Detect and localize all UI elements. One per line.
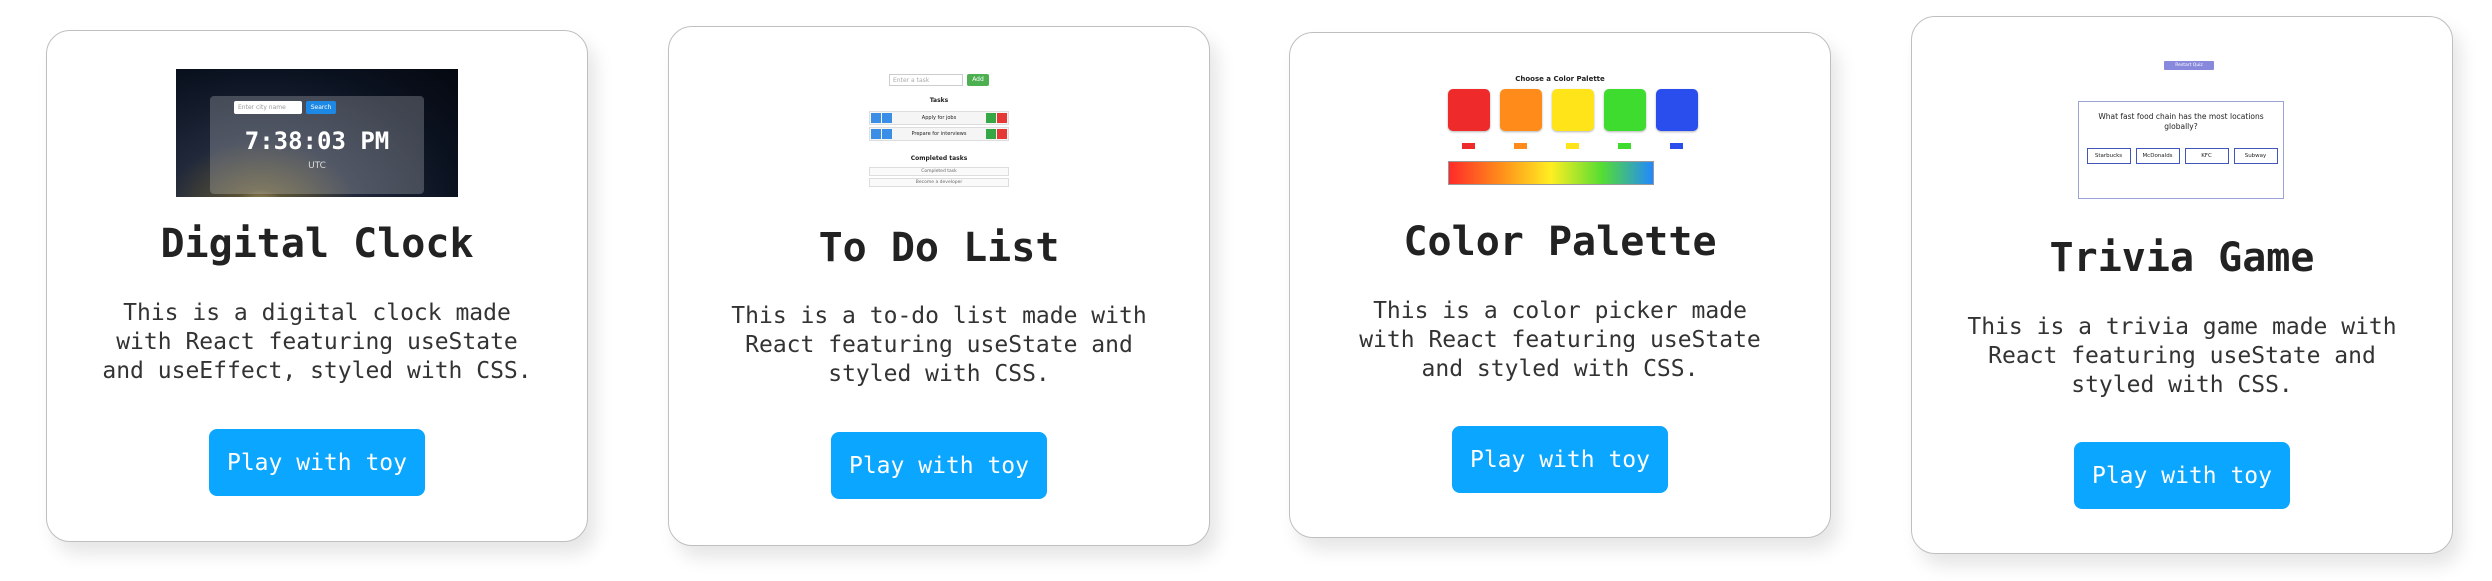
card-to-do-list: Enter a task Add Tasks Apply for jobs Pr… [668,26,1210,546]
card-description: This is a to-do list made with React fea… [731,303,1147,387]
swatch-indicator [1618,143,1631,149]
card-title: To Do List [818,225,1060,271]
swatch-indicator [1462,143,1475,149]
task-input-preview: Enter a task [889,74,963,86]
to-do-list-preview: Enter a task Add Tasks Apply for jobs Pr… [849,71,1029,196]
color-swatch-yellow [1552,89,1594,131]
trivia-question: What fast food chain has the most locati… [2098,112,2264,131]
swatch-indicator [1566,143,1579,149]
trivia-question-box: What fast food chain has the most locati… [2078,101,2284,199]
city-input-preview: Enter city name [234,101,302,114]
color-swatch-green [1604,89,1646,131]
digital-clock-preview: Enter city name Search 7:38:03 PM UTC [176,69,458,197]
card-digital-clock: Enter city name Search 7:38:03 PM UTC Di… [46,30,588,542]
card-description: This is a color picker made with React f… [1359,298,1761,382]
task-label: Prepare for interviews [911,131,967,137]
card-color-palette: Choose a Color Palette Color Palette Thi… [1289,32,1831,538]
swatch-indicator [1514,143,1527,149]
card-description: This is a trivia game made with React fe… [1967,314,2397,398]
completed-heading: Completed tasks [910,155,968,162]
color-palette-preview: Choose a Color Palette [1422,75,1698,193]
color-swatch-blue [1656,89,1698,131]
answer-option: Starbucks [2086,148,2131,164]
play-with-toy-button[interactable]: Play with toy [1452,426,1668,493]
play-with-toy-button[interactable]: Play with toy [831,432,1047,499]
trivia-game-preview: Restart Quiz What fast food chain has th… [2078,61,2286,203]
color-gradient-bar [1448,161,1654,185]
task-row: Prepare for interviews [869,127,1009,141]
answer-option: KFC [2184,148,2229,164]
card-description: This is a digital clock made with React … [102,300,532,384]
task-row: Apply for jobs [869,111,1009,125]
color-swatch-orange [1500,89,1542,131]
restart-button-preview: Restart Quiz [2164,61,2214,70]
task-label: Apply for jobs [921,115,957,121]
answer-option: Subway [2233,148,2278,164]
completed-row: Completed task [869,167,1009,176]
tasks-heading: Tasks [929,97,949,104]
color-swatch-red [1448,89,1490,131]
clock-timezone: UTC [308,161,326,171]
palette-heading: Choose a Color Palette [1515,75,1605,83]
clock-time: 7:38:03 PM [244,127,390,155]
card-title: Digital Clock [160,221,474,267]
search-button-preview: Search [306,101,336,114]
play-with-toy-button[interactable]: Play with toy [209,429,425,496]
swatch-indicator [1670,143,1683,149]
card-title: Trivia Game [2049,235,2315,281]
add-button-preview: Add [967,74,989,86]
card-title: Color Palette [1403,219,1717,265]
completed-row: Become a developer [869,178,1009,187]
answer-option: McDonalds [2135,148,2180,164]
play-with-toy-button[interactable]: Play with toy [2074,442,2290,509]
card-trivia-game: Restart Quiz What fast food chain has th… [1911,16,2453,554]
